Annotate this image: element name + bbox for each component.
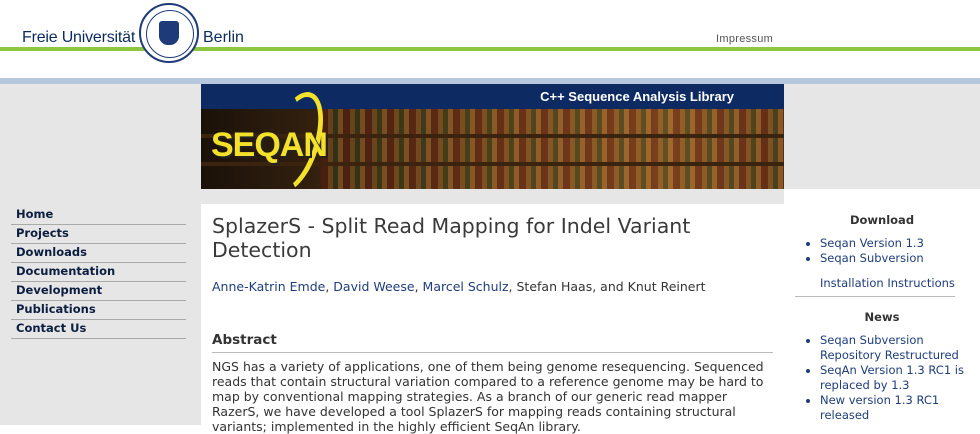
university-name-right: Berlin <box>203 29 244 46</box>
download-heading: Download <box>849 213 915 227</box>
page-title: SplazerS - Split Read Mapping for Indel … <box>212 214 691 262</box>
university-seal-icon[interactable] <box>139 3 199 63</box>
seqan-banner: C++ Sequence Analysis Library SEQAN <box>201 84 784 189</box>
nav-home[interactable]: Home <box>11 206 186 225</box>
banner-subtitle: C++ Sequence Analysis Library <box>540 89 734 104</box>
news-item[interactable]: SeqAn Version 1.3 RC1 is replaced by 1.3 <box>806 363 974 393</box>
download-item[interactable]: Seqan Subversion <box>806 251 974 266</box>
book-spines <box>321 109 784 189</box>
right-sidebar: Download Seqan Version 1.3 Seqan Subvers… <box>784 189 980 425</box>
nav-downloads[interactable]: Downloads <box>11 244 186 263</box>
author-link[interactable]: Marcel Schulz <box>423 279 509 294</box>
university-header: Freie Universität Berlin Impressum <box>0 0 980 63</box>
installation-instructions-link[interactable]: Installation Instructions <box>820 276 955 290</box>
nav-development[interactable]: Development <box>11 282 186 301</box>
download-item[interactable]: Seqan Version 1.3 <box>806 236 974 251</box>
news-item[interactable]: Seqan Subversion Repository Restructured <box>806 333 974 363</box>
nav-contact-us[interactable]: Contact Us <box>11 320 186 339</box>
seqan-logo[interactable]: SEQAN <box>211 126 328 165</box>
sidebar-divider <box>795 296 955 297</box>
author-name: Stefan Haas <box>516 279 593 294</box>
main-navigation: Home Projects Downloads Documentation De… <box>11 206 186 339</box>
author-name: Knut Reinert <box>627 279 706 294</box>
author-link[interactable]: Anne-Katrin Emde <box>212 279 325 294</box>
news-item[interactable]: New version 1.3 RC1 released <box>806 393 974 423</box>
download-list: Seqan Version 1.3 Seqan Subversion <box>806 236 974 266</box>
seal-shield <box>159 21 179 45</box>
nav-publications[interactable]: Publications <box>11 301 186 320</box>
news-heading: News <box>864 310 900 324</box>
main-content: SplazerS - Split Read Mapping for Indel … <box>201 204 784 434</box>
nav-documentation[interactable]: Documentation <box>11 263 186 282</box>
author-link[interactable]: David Weese <box>333 279 414 294</box>
abstract-text: NGS has a variety of applications, one o… <box>212 359 764 434</box>
news-list: Seqan Subversion Repository Restructured… <box>806 333 974 423</box>
university-name-left: Freie Universität <box>22 29 136 46</box>
author-list: Anne-Katrin Emde, David Weese, Marcel Sc… <box>212 279 706 294</box>
abstract-divider <box>212 352 773 353</box>
impressum-link[interactable]: Impressum <box>716 33 773 45</box>
nav-projects[interactable]: Projects <box>11 225 186 244</box>
abstract-heading: Abstract <box>212 332 277 348</box>
